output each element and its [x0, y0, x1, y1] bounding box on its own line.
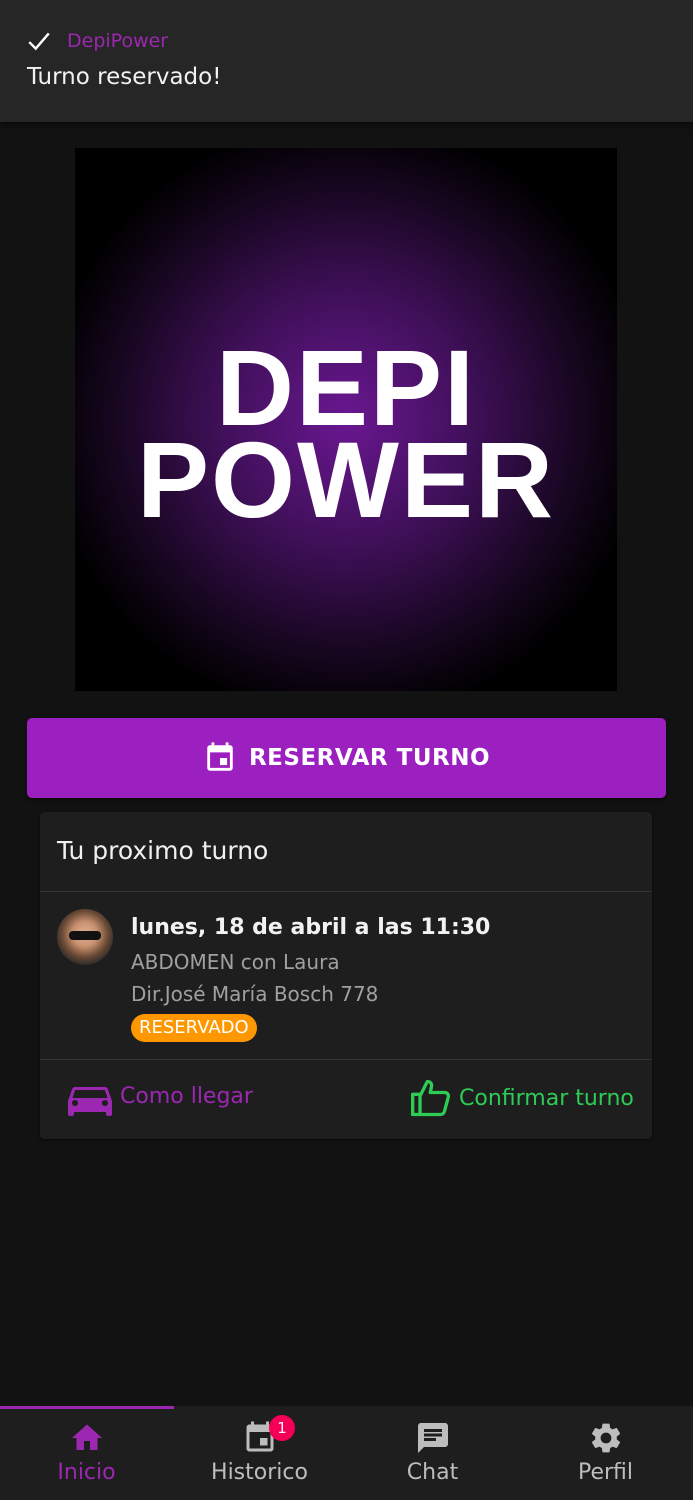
logo-text-line2: POWER	[136, 419, 555, 540]
appointment-date: lunes, 18 de abril a las 11:30	[131, 915, 491, 940]
card-divider-top	[40, 891, 652, 892]
confirm-appointment-button[interactable]: Confirmar turno	[409, 1074, 634, 1122]
status-badge: RESERVADO	[131, 1014, 257, 1042]
nav-tab-perfil[interactable]: Perfil	[519, 1406, 692, 1500]
car-icon	[68, 1087, 112, 1116]
toast-message: Turno reservado!	[27, 64, 222, 90]
avatar	[57, 909, 113, 965]
card-divider-bottom	[40, 1059, 652, 1060]
brand-logo: DEPI POWER	[75, 148, 617, 691]
nav-tab-inicio[interactable]: Inicio	[0, 1406, 173, 1500]
reserve-appointment-button[interactable]: RESERVAR TURNO	[27, 718, 666, 798]
nav-label-historico: Historico	[211, 1460, 308, 1485]
gear-icon	[591, 1423, 620, 1453]
appointment-service: ABDOMEN con Laura	[131, 950, 340, 974]
toast-notification[interactable]: DepiPower Turno reservado!	[0, 0, 693, 122]
next-appointment-card: Tu proximo turno lunes, 18 de abril a la…	[40, 812, 652, 1139]
directions-button[interactable]: Como llegar	[66, 1076, 253, 1116]
reserve-button-label: RESERVAR TURNO	[248, 745, 491, 771]
home-icon	[71, 1424, 102, 1450]
directions-label: Como llegar	[120, 1083, 253, 1109]
appointment-address: Dir.José María Bosch 778	[131, 982, 379, 1006]
bottom-navigation: Inicio 1 Historico Chat Perfil	[0, 1406, 693, 1500]
nav-label-inicio: Inicio	[57, 1460, 116, 1485]
nav-tab-historico[interactable]: 1 Historico	[173, 1406, 346, 1500]
notification-badge: 1	[269, 1415, 295, 1441]
toast-app-name: DepiPower	[67, 30, 169, 52]
thumbs-up-icon	[411, 1079, 451, 1117]
check-icon	[28, 32, 50, 51]
confirm-label: Confirmar turno	[459, 1085, 634, 1111]
card-title: Tu proximo turno	[57, 836, 269, 865]
chat-icon	[417, 1423, 448, 1453]
nav-label-perfil: Perfil	[577, 1460, 634, 1485]
calendar-icon	[207, 742, 233, 771]
nav-label-chat: Chat	[406, 1460, 459, 1485]
nav-tab-chat[interactable]: Chat	[346, 1406, 519, 1500]
